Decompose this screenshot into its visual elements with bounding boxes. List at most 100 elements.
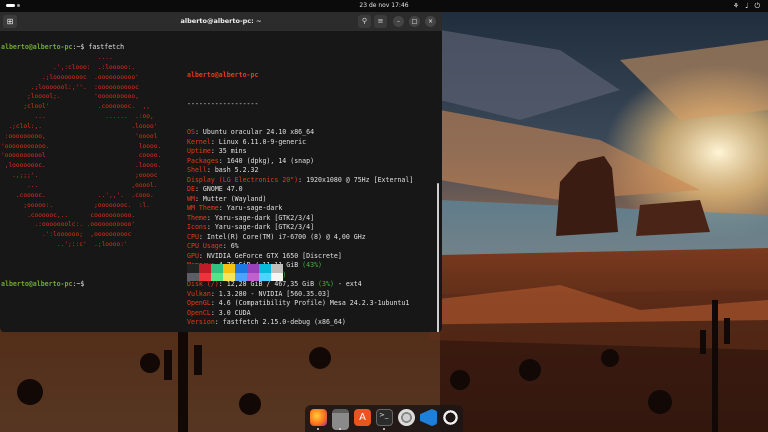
color-swatch bbox=[199, 264, 211, 273]
info-value: bash 5.2.32 bbox=[214, 166, 259, 174]
info-key: Vulkan bbox=[187, 289, 211, 298]
info-value: Linux 6.11.0-9-generic bbox=[218, 137, 307, 146]
info-key: Shell bbox=[187, 166, 207, 174]
info-row: Kernel: Linux 6.11.0-9-generic bbox=[187, 137, 307, 146]
scrollbar[interactable] bbox=[437, 183, 439, 332]
info-key: Display (LG Electronics 20") bbox=[187, 175, 299, 184]
info-value: Ubuntu oracular 24.10 x86_64 bbox=[202, 128, 315, 136]
close-button[interactable]: × bbox=[425, 16, 436, 27]
info-value: 1.3.280 - NVIDIA [560.35.03] bbox=[218, 289, 330, 298]
firefox-icon[interactable] bbox=[310, 409, 327, 426]
updater-icon[interactable] bbox=[442, 409, 459, 426]
clock[interactable]: 23 de nov 17:46 bbox=[0, 2, 768, 9]
info-row: CPU: Intel(R) Core(TM) i7-6700 (8) @ 4,0… bbox=[187, 232, 366, 241]
info-value: Yaru-sage-dark [GTK2/3/4] bbox=[214, 223, 315, 231]
info-extra: - ext4 bbox=[333, 280, 362, 288]
dock: A >_ bbox=[305, 405, 463, 432]
info-value: Yaru-sage-dark bbox=[226, 204, 283, 212]
color-swatch bbox=[271, 264, 283, 273]
color-swatch bbox=[187, 272, 199, 281]
search-icon: ⚲ bbox=[361, 17, 368, 25]
info-row: Disk (/): 12,28 GiB / 467,35 GiB (3%) - … bbox=[187, 280, 362, 288]
app-center-icon[interactable]: A bbox=[354, 409, 371, 426]
info-key: Kernel bbox=[187, 137, 211, 146]
info-row: WM Theme: Yaru-sage-dark bbox=[187, 204, 283, 212]
color-swatch bbox=[187, 264, 199, 273]
info-row: Uptime: 35 mins bbox=[187, 147, 247, 155]
vscode-icon[interactable] bbox=[420, 409, 437, 426]
terminal-headerbar[interactable]: ⊞ alberto@alberto-pc: ~ ⚲ ≡ – □ × bbox=[0, 12, 442, 31]
terminal-window[interactable]: ⊞ alberto@alberto-pc: ~ ⚲ ≡ – □ × albert… bbox=[0, 12, 442, 332]
info-value: 35 mins bbox=[218, 147, 247, 155]
info-key: WM bbox=[187, 194, 195, 203]
logo-line: .':loooooo; ,oooooooooc bbox=[1, 231, 132, 239]
info-row: CPU Usage: 6% bbox=[187, 242, 239, 250]
prompt-line: alberto@alberto-pc:~$ fastfetch bbox=[1, 43, 124, 53]
running-indicator bbox=[339, 428, 341, 430]
info-key: OS bbox=[187, 128, 195, 136]
top-bar: 23 de nov 17:46 ⚘ ♩ ⏻ bbox=[0, 0, 768, 12]
logo-line: ... ...... .:oo, bbox=[1, 113, 154, 121]
files-icon[interactable] bbox=[332, 409, 349, 430]
logo-line: .... bbox=[1, 54, 113, 61]
info-key: DE bbox=[187, 185, 195, 193]
color-swatch bbox=[235, 264, 247, 273]
minimize-icon: – bbox=[397, 18, 400, 25]
logo-line: 'ooooooooool coooo. bbox=[1, 152, 162, 160]
color-swatch bbox=[247, 264, 259, 273]
logo-line: ..';::c' .;loooo:' bbox=[1, 241, 128, 249]
info-value: 12,28 GiB / 467,35 GiB bbox=[226, 280, 315, 288]
color-swatch bbox=[199, 272, 211, 281]
info-key: OpenGL bbox=[187, 299, 211, 307]
logo-line: .cooooc. ..',,'. .cooo. bbox=[1, 191, 154, 199]
info-key: WM Theme bbox=[187, 204, 219, 212]
info-key: CPU bbox=[187, 232, 199, 241]
color-swatch bbox=[211, 264, 223, 273]
info-row: OpenCL: 3.0 CUDA bbox=[187, 308, 251, 317]
info-row: WM: Mutter (Wayland) bbox=[187, 194, 267, 203]
info-value: 4.6 (Compatibility Profile) Mesa 24.2.3-… bbox=[218, 299, 410, 307]
maximize-icon: □ bbox=[411, 18, 418, 25]
info-value: Intel(R) Core(TM) i7-6700 (8) @ 4,00 GHz bbox=[206, 232, 366, 241]
logo-line: .;looooooooc .oooooooooo' bbox=[1, 73, 139, 81]
logo-line: .:ooooooolc:. .ooooooooooo' bbox=[1, 221, 136, 229]
info-row: Version: fastfetch 2.15.0-debug (x86_64) bbox=[187, 318, 346, 326]
color-swatch bbox=[235, 272, 247, 281]
info-key: Disk (/) bbox=[187, 280, 219, 288]
color-palette bbox=[187, 264, 284, 281]
logo-line: :ooooooooo, 'ooool bbox=[1, 132, 158, 140]
info-key: Icons bbox=[187, 223, 207, 231]
logo-line: ... ,ooool. bbox=[1, 181, 158, 189]
info-percent: (43%) bbox=[302, 261, 323, 269]
logo-line: .;looooool:,''. :ooooooooooc bbox=[1, 83, 139, 91]
terminal-output[interactable]: alberto@alberto-pc:~$ fastfetch .... .',… bbox=[0, 31, 440, 332]
color-swatch bbox=[211, 272, 223, 281]
info-row: Display (LG Electronics 20"): 1920x1080 … bbox=[187, 175, 414, 184]
color-swatch bbox=[223, 272, 235, 281]
logo-line: 'ooooooooooo. loooo. bbox=[1, 142, 162, 150]
ubuntu-ascii-logo: .... .',:clooo: .:looooo:. .;looooooooc … bbox=[1, 53, 161, 250]
maximize-button[interactable]: □ bbox=[409, 16, 420, 27]
info-key: Theme bbox=[187, 213, 207, 222]
info-key: Uptime bbox=[187, 147, 211, 155]
info-value: Yaru-sage-dark [GTK2/3/4] bbox=[214, 213, 315, 222]
info-row: DE: GNOME 47.0 bbox=[187, 185, 243, 193]
minimize-button[interactable]: – bbox=[393, 16, 404, 27]
info-value: 1640 (dpkg), 14 (snap) bbox=[226, 156, 315, 165]
info-value: 3.0 CUDA bbox=[218, 308, 251, 317]
terminal-icon[interactable]: >_ bbox=[376, 409, 393, 426]
info-key: Version bbox=[187, 318, 215, 326]
info-key: Packages bbox=[187, 156, 219, 165]
info-row: Packages: 1640 (dpkg), 14 (snap) bbox=[187, 156, 315, 165]
search-button[interactable]: ⚲ bbox=[358, 15, 371, 28]
info-header: alberto@alberto-pc bbox=[187, 71, 259, 79]
info-row: OS: Ubuntu oracular 24.10 x86_64 bbox=[187, 128, 315, 136]
hamburger-icon: ≡ bbox=[377, 17, 384, 25]
color-swatch bbox=[247, 272, 259, 281]
close-icon: × bbox=[427, 18, 434, 25]
system-tray[interactable]: ⚘ ♩ ⏻ bbox=[733, 2, 760, 11]
settings-icon[interactable] bbox=[398, 409, 415, 426]
menu-button[interactable]: ≡ bbox=[374, 15, 387, 28]
color-swatch bbox=[259, 272, 271, 281]
info-row: Theme: Yaru-sage-dark [GTK2/3/4] bbox=[187, 213, 315, 222]
